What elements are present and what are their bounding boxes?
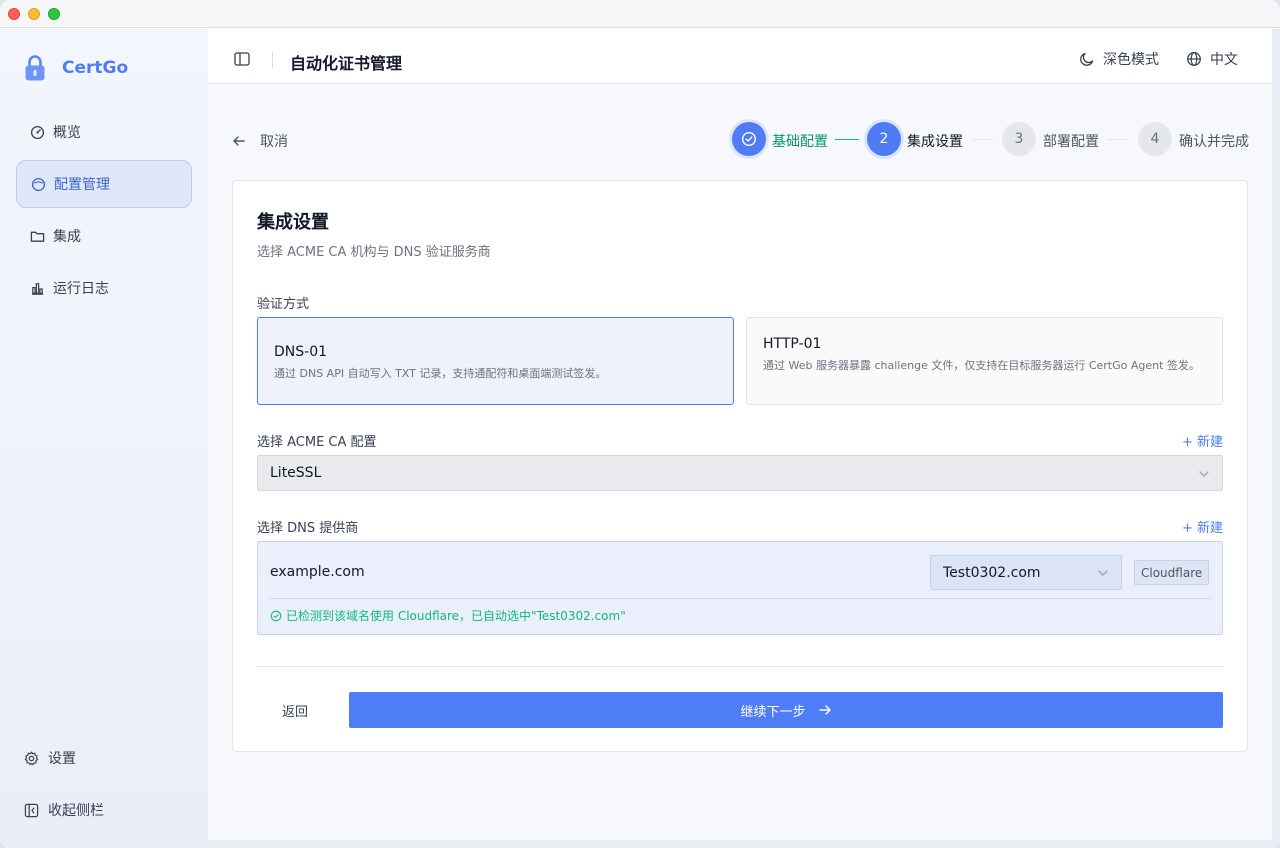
- step-1-label: 基础配置: [772, 134, 828, 150]
- method-name: DNS-01: [274, 344, 328, 360]
- brand: CertGo: [24, 53, 128, 83]
- new-ca-link[interactable]: + 新建: [1182, 431, 1223, 450]
- method-dns01-option[interactable]: DNS-01 通过 DNS API 自动写入 TXT 记录，支持通配符和桌面端测…: [257, 317, 734, 405]
- divider: [257, 666, 1223, 667]
- sidebar-item-logs[interactable]: 运行日志: [16, 264, 192, 312]
- ca-config-label: 选择 ACME CA 配置: [257, 435, 377, 450]
- zoom-window-button[interactable]: [48, 8, 60, 20]
- next-step-label: 继续下一步: [740, 704, 806, 720]
- dark-mode-button[interactable]: 深色模式: [1079, 49, 1159, 69]
- step-connector: [835, 139, 859, 140]
- step-2-current: 2: [867, 122, 901, 156]
- settings-button[interactable]: 设置: [24, 748, 76, 768]
- sidebar-item-label: 概览: [53, 125, 81, 141]
- check-circle-icon: [270, 610, 282, 621]
- title-bar: [0, 0, 1280, 28]
- plus-icon: +: [1181, 521, 1197, 536]
- step-2-number: 2: [879, 131, 889, 147]
- card-subtitle: 选择 ACME CA 机构与 DNS 验证服务商: [257, 245, 491, 260]
- verification-method-label: 验证方式: [257, 297, 310, 312]
- method-name: HTTP-01: [763, 336, 822, 352]
- new-dns-link[interactable]: + 新建: [1182, 517, 1223, 536]
- gauge-icon: [30, 125, 45, 139]
- arrow-right-icon: [818, 705, 831, 715]
- page-title: 自动化证书管理: [290, 54, 403, 73]
- step-3-number: 3: [1014, 131, 1024, 147]
- step-3-pending: 3: [1002, 122, 1036, 156]
- collapse-sidebar-button[interactable]: 收起侧栏: [24, 800, 104, 820]
- language-button[interactable]: 中文: [1186, 49, 1238, 69]
- dns-provider-label: 选择 DNS 提供商: [257, 521, 359, 536]
- ca-config-select[interactable]: LiteSSL: [257, 455, 1223, 491]
- bar-chart-icon: [31, 282, 44, 295]
- detection-text: 已检测到该域名使用 Cloudflare，已自动选中"Test0302.com": [286, 609, 626, 623]
- window-edge: [208, 840, 1272, 848]
- divider: [270, 598, 1210, 599]
- lock-icon: [24, 54, 46, 82]
- integration-settings-card: 集成设置 选择 ACME CA 机构与 DNS 验证服务商 验证方式 DNS-0…: [232, 180, 1248, 752]
- step-4-label: 确认并完成: [1179, 134, 1249, 150]
- method-description: 通过 Web 服务器暴露 challenge 文件，仅支持在目标服务器运行 Ce…: [763, 359, 1200, 372]
- close-window-button[interactable]: [8, 8, 20, 20]
- card-title: 集成设置: [257, 212, 329, 233]
- sidebar-item-integrations[interactable]: 集成: [16, 212, 192, 260]
- top-header: 自动化证书管理 深色模式 中文: [208, 29, 1272, 84]
- step-1-done: [732, 122, 766, 156]
- detection-message: 已检测到该域名使用 Cloudflare，已自动选中"Test0302.com": [270, 607, 626, 624]
- window-edge: [1272, 29, 1280, 848]
- collapse-sidebar-icon: [24, 803, 39, 817]
- back-button[interactable]: 返回: [257, 692, 333, 728]
- check-circle-icon: [741, 131, 757, 147]
- wizard-stepper: 基础配置 2 集成设置 3 部署配置 4 确认并完成: [208, 122, 1272, 156]
- header-divider: [272, 52, 273, 68]
- ca-config-value: LiteSSL: [270, 465, 322, 481]
- sidebar-toggle-icon: [234, 52, 250, 66]
- step-3-label: 部署配置: [1043, 134, 1099, 150]
- dark-mode-label: 深色模式: [1103, 52, 1159, 68]
- plus-icon: +: [1181, 435, 1197, 450]
- dns-domain-row: example.com Test0302.com Cloudflare 已检测到…: [257, 541, 1223, 635]
- chevron-down-icon: [1199, 471, 1209, 477]
- app-window: CertGo 概览 配置管理 集成 运行日志 设置 收起侧栏 自动化证书管理 深…: [0, 0, 1280, 848]
- gear-icon: [24, 751, 39, 765]
- step-connector: [972, 139, 994, 140]
- sidebar-item-overview[interactable]: 概览: [16, 108, 192, 156]
- globe-icon: [1187, 52, 1201, 66]
- moon-icon: [1080, 52, 1094, 66]
- new-ca-label: 新建: [1196, 435, 1223, 450]
- domain-name: example.com: [270, 564, 365, 580]
- sidebar-item-label: 集成: [53, 229, 81, 245]
- method-http01-option[interactable]: HTTP-01 通过 Web 服务器暴露 challenge 文件，仅支持在目标…: [746, 317, 1223, 405]
- brand-name: CertGo: [62, 58, 129, 78]
- dns-provider-value: Test0302.com: [943, 564, 1041, 581]
- next-step-button[interactable]: 继续下一步: [349, 692, 1223, 728]
- sidebar-item-label: 运行日志: [53, 281, 109, 297]
- collapse-label: 收起侧栏: [48, 803, 104, 819]
- provider-type-badge: Cloudflare: [1134, 560, 1210, 585]
- sidebar-toggle-button[interactable]: [234, 51, 250, 66]
- sidebar-item-label: 配置管理: [54, 177, 110, 193]
- folder-icon: [30, 231, 45, 242]
- language-label: 中文: [1210, 52, 1238, 68]
- step-4-pending: 4: [1138, 122, 1172, 156]
- circle-icon: [31, 177, 46, 191]
- main-content: 取消 基础配置 2 集成设置 3 部署配置 4 确认并完成 集成设置 选择 AC…: [208, 84, 1272, 840]
- dns-provider-select[interactable]: Test0302.com: [930, 555, 1122, 590]
- method-description: 通过 DNS API 自动写入 TXT 记录，支持通配符和桌面端测试签发。: [274, 367, 607, 380]
- sidebar-item-config[interactable]: 配置管理: [16, 160, 192, 208]
- step-connector: [1107, 139, 1129, 140]
- settings-label: 设置: [48, 751, 76, 767]
- step-2-label: 集成设置: [907, 134, 963, 150]
- new-dns-label: 新建: [1196, 521, 1223, 536]
- sidebar: CertGo 概览 配置管理 集成 运行日志 设置 收起侧栏: [0, 29, 208, 848]
- minimize-window-button[interactable]: [28, 8, 40, 20]
- step-4-number: 4: [1150, 131, 1160, 147]
- chevron-down-icon: [1098, 570, 1108, 576]
